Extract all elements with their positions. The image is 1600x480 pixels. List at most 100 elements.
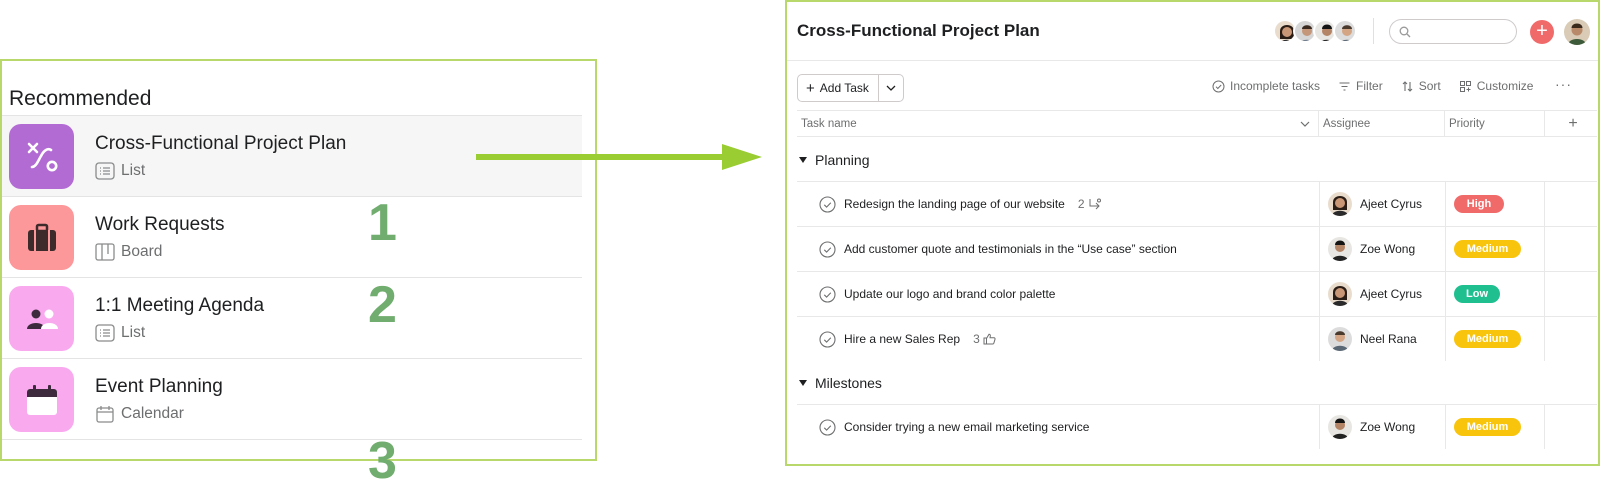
sort-button[interactable]: Sort bbox=[1401, 79, 1441, 93]
caret-down-icon[interactable] bbox=[799, 380, 807, 386]
template-view: Calendar bbox=[95, 405, 184, 423]
section-header-planning[interactable]: Planning bbox=[799, 152, 870, 168]
column-header-assignee[interactable]: Assignee bbox=[1319, 111, 1445, 137]
complete-task-checkbox-icon[interactable] bbox=[819, 330, 836, 348]
task-name[interactable]: Consider trying a new email marketing se… bbox=[844, 420, 1089, 434]
complete-task-checkbox-icon[interactable] bbox=[819, 418, 836, 436]
task-row[interactable]: Redesign the landing page of our website… bbox=[797, 181, 1597, 226]
subtask-count[interactable]: 2 bbox=[1078, 197, 1101, 211]
add-task-dropdown[interactable] bbox=[879, 75, 903, 101]
task-row[interactable]: Consider trying a new email marketing se… bbox=[797, 404, 1597, 449]
assignee-cell[interactable]: Ajeet Cyrus bbox=[1319, 182, 1445, 226]
section-header-milestones[interactable]: Milestones bbox=[799, 375, 882, 391]
column-label: Task name bbox=[801, 118, 857, 130]
divider bbox=[1373, 18, 1374, 44]
incomplete-tasks-button[interactable]: Incomplete tasks bbox=[1212, 79, 1320, 93]
assignee-name: Ajeet Cyrus bbox=[1360, 287, 1423, 301]
check-circle-icon bbox=[1212, 80, 1225, 92]
add-column-button[interactable]: + bbox=[1545, 111, 1597, 137]
sort-icon bbox=[1402, 80, 1413, 92]
template-item-work-requests[interactable]: Work Requests Board bbox=[2, 197, 582, 278]
calendar-icon bbox=[9, 367, 74, 432]
column-header-row: Task name Assignee Priority + bbox=[797, 110, 1597, 137]
people-icon bbox=[9, 286, 74, 351]
assignee-name: Neel Rana bbox=[1360, 332, 1417, 346]
arrow-icon bbox=[476, 144, 762, 170]
assignee-cell[interactable]: Zoe Wong bbox=[1319, 405, 1445, 449]
complete-task-checkbox-icon[interactable] bbox=[819, 285, 836, 303]
template-view-label: Calendar bbox=[121, 405, 184, 422]
task-row[interactable]: Update our logo and brand color palette … bbox=[797, 271, 1597, 316]
priority-badge: Medium bbox=[1454, 330, 1521, 348]
incomplete-tasks-label: Incomplete tasks bbox=[1230, 79, 1321, 93]
priority-cell[interactable]: Medium bbox=[1445, 405, 1545, 449]
sort-label: Sort bbox=[1418, 79, 1441, 93]
column-header-task-name[interactable]: Task name bbox=[797, 111, 1319, 137]
customize-icon bbox=[1459, 80, 1471, 92]
template-view: List bbox=[95, 324, 145, 342]
filter-label: Filter bbox=[1356, 79, 1383, 93]
search-input[interactable] bbox=[1415, 24, 1515, 39]
calendar-view-icon bbox=[96, 406, 114, 423]
filter-button[interactable]: Filter bbox=[1338, 79, 1383, 93]
caret-down-icon[interactable] bbox=[799, 157, 807, 163]
project-panel: Cross-Functional Project Plan + + Add Ta… bbox=[785, 0, 1600, 466]
like-count-value: 3 bbox=[973, 332, 980, 346]
list-view-icon bbox=[95, 162, 115, 180]
recommended-panel: Recommended Cross-Functional Project Pla… bbox=[0, 59, 597, 480]
assignee-cell[interactable]: Ajeet Cyrus bbox=[1319, 272, 1445, 316]
template-item-meeting-agenda[interactable]: 1:1 Meeting Agenda List bbox=[2, 278, 582, 359]
subtask-count-value: 2 bbox=[1077, 197, 1085, 211]
list-view-icon bbox=[95, 324, 115, 342]
assignee-name: Zoe Wong bbox=[1360, 420, 1416, 434]
user-avatar[interactable] bbox=[1564, 19, 1590, 45]
task-name-cell: Consider trying a new email marketing se… bbox=[819, 405, 1089, 449]
task-name-cell: Update our logo and brand color palette bbox=[819, 272, 1055, 316]
subtask-icon bbox=[1089, 198, 1101, 210]
complete-task-checkbox-icon[interactable] bbox=[819, 240, 836, 258]
priority-cell[interactable]: Low bbox=[1445, 272, 1545, 316]
template-title: Work Requests bbox=[95, 214, 225, 235]
section-title: Milestones bbox=[815, 375, 882, 391]
like-icon bbox=[983, 333, 996, 345]
complete-task-checkbox-icon[interactable] bbox=[819, 195, 836, 213]
avatar bbox=[1333, 19, 1357, 43]
task-name[interactable]: Redesign the landing page of our website bbox=[844, 197, 1065, 211]
step-number-2: 2 bbox=[368, 276, 397, 334]
assignee-name: Ajeet Cyrus bbox=[1360, 197, 1423, 211]
template-item-event-planning[interactable]: Event Planning Calendar bbox=[2, 359, 582, 440]
customize-button[interactable]: Customize bbox=[1459, 79, 1533, 93]
add-plus-button[interactable]: + bbox=[1530, 20, 1554, 44]
avatar bbox=[1328, 327, 1352, 351]
filter-icon bbox=[1339, 81, 1350, 91]
chevron-down-icon[interactable] bbox=[1300, 119, 1310, 129]
like-count[interactable]: 3 bbox=[973, 332, 996, 346]
task-name-cell: Add customer quote and testimonials in t… bbox=[819, 227, 1177, 271]
task-row[interactable]: Add customer quote and testimonials in t… bbox=[797, 226, 1597, 271]
more-options-icon[interactable]: ··· bbox=[1555, 76, 1572, 92]
recommended-heading: Recommended bbox=[9, 87, 152, 110]
add-task-label: Add Task bbox=[819, 81, 869, 95]
template-view: List bbox=[95, 162, 145, 180]
project-title: Cross-Functional Project Plan bbox=[797, 21, 1040, 40]
task-name[interactable]: Add customer quote and testimonials in t… bbox=[844, 242, 1177, 256]
priority-badge: Low bbox=[1454, 285, 1500, 303]
task-name[interactable]: Update our logo and brand color palette bbox=[844, 287, 1055, 301]
task-name[interactable]: Hire a new Sales Rep bbox=[844, 332, 960, 346]
priority-cell[interactable]: High bbox=[1445, 182, 1545, 226]
column-header-priority[interactable]: Priority bbox=[1445, 111, 1545, 137]
priority-cell[interactable]: Medium bbox=[1445, 317, 1545, 361]
board-view-icon bbox=[95, 243, 115, 261]
section-title: Planning bbox=[815, 152, 870, 168]
plus-icon: + bbox=[806, 79, 815, 97]
template-view: Board bbox=[95, 243, 162, 261]
assignee-cell[interactable]: Neel Rana bbox=[1319, 317, 1445, 361]
project-members[interactable] bbox=[1273, 19, 1357, 43]
add-task-button[interactable]: + Add Task bbox=[798, 75, 879, 101]
search-box[interactable] bbox=[1389, 19, 1517, 44]
header-divider bbox=[787, 60, 1598, 61]
task-name-cell: Hire a new Sales Rep 3 bbox=[819, 317, 996, 361]
priority-cell[interactable]: Medium bbox=[1445, 227, 1545, 271]
assignee-cell[interactable]: Zoe Wong bbox=[1319, 227, 1445, 271]
task-row[interactable]: Hire a new Sales Rep 3 Neel Rana Medium bbox=[797, 316, 1597, 361]
